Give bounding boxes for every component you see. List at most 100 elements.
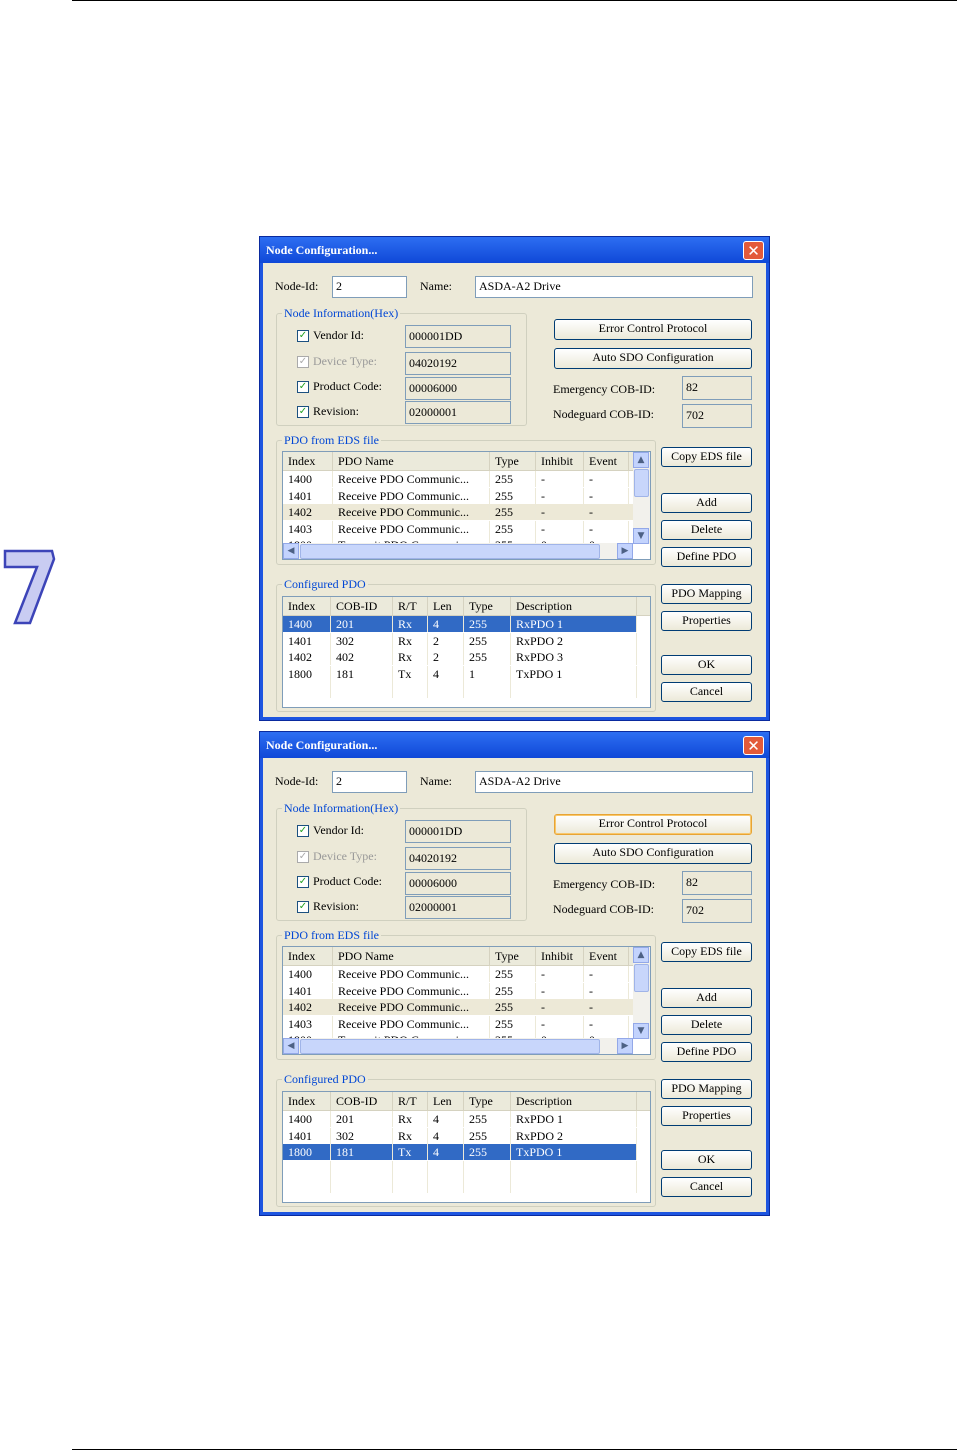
configured-cell: TxPDO 1 xyxy=(511,1144,637,1160)
eds-cell: Receive PDO Communic... xyxy=(333,504,490,520)
eds-list-row[interactable]: 1400 Receive PDO Communic... 255- - xyxy=(283,966,633,982)
name-input[interactable]: ASDA-A2 Drive xyxy=(475,771,753,793)
eds-column-header[interactable]: Inhibit xyxy=(536,452,584,470)
error-control-protocol-button[interactable]: Error Control Protocol xyxy=(554,319,752,340)
node-id-input[interactable]: 2 xyxy=(332,771,407,793)
ok-button[interactable]: OK xyxy=(661,655,752,675)
eds-vertical-scrollbar[interactable]: ▲ ▼ xyxy=(633,947,650,1039)
configured-column-header[interactable]: Index xyxy=(283,597,331,615)
cancel-button[interactable]: Cancel xyxy=(661,682,752,702)
configured-pdo-list[interactable]: Index COB-ID R/T Len Type Description 1400 201… xyxy=(282,1091,651,1203)
configured-column-header[interactable]: Type xyxy=(464,1092,511,1110)
eds-cell: Receive PDO Communic... xyxy=(333,487,490,504)
configured-pdo-row[interactable]: 1800 181 Tx 4 255 TxPDO 1 xyxy=(283,1144,637,1160)
name-input[interactable]: ASDA-A2 Drive xyxy=(475,276,753,298)
configured-pdo-row[interactable]: 1800 181 Tx 4 1 TxPDO 1 xyxy=(283,665,637,682)
configured-cell xyxy=(393,1160,428,1177)
pdo-mapping-button[interactable]: PDO Mapping xyxy=(661,584,752,604)
configured-column-header[interactable]: R/T xyxy=(393,1092,428,1110)
configured-column-header[interactable]: R/T xyxy=(393,597,428,615)
eds-list-row[interactable]: 1401 Receive PDO Communic... 255- - xyxy=(283,982,633,999)
configured-column-header[interactable]: Index xyxy=(283,1092,331,1110)
copy-eds-file-button[interactable]: Copy EDS file xyxy=(661,447,752,467)
configured-cell: 201 xyxy=(331,1111,393,1127)
eds-column-header[interactable]: Event xyxy=(584,947,629,965)
auto-sdo-configuration-button[interactable]: Auto SDO Configuration xyxy=(554,843,752,864)
node-information-title: Node Information(Hex) xyxy=(282,801,401,816)
define-pdo-button[interactable]: Define PDO xyxy=(661,1042,752,1062)
eds-column-header[interactable]: Inhibit xyxy=(536,947,584,965)
configured-column-header[interactable]: Len xyxy=(428,597,464,615)
add-button[interactable]: Add xyxy=(661,493,752,513)
delete-button[interactable]: Delete xyxy=(661,1015,752,1035)
eds-cell: 255 xyxy=(490,504,536,520)
eds-column-header[interactable]: Index xyxy=(283,452,333,470)
node-id-label: Node-Id: xyxy=(275,774,319,788)
copy-eds-file-button[interactable]: Copy EDS file xyxy=(661,942,752,962)
scroll-up-icon[interactable]: ▲ xyxy=(633,452,649,468)
auto-sdo-configuration-button[interactable]: Auto SDO Configuration xyxy=(554,348,752,369)
scroll-left-icon[interactable]: ◀ xyxy=(283,543,299,559)
define-pdo-button[interactable]: Define PDO xyxy=(661,547,752,567)
eds-list-row[interactable]: 1403 Receive PDO Communic... 255- - xyxy=(283,520,633,537)
eds-hscroll-thumb[interactable] xyxy=(300,544,600,559)
eds-column-header[interactable]: Type xyxy=(490,452,536,470)
configured-pdo-group: Configured PDO Index COB-ID R/T Len Type Desc… xyxy=(276,577,656,712)
eds-cell: - xyxy=(536,471,584,487)
configured-column-header[interactable]: COB-ID xyxy=(331,597,393,615)
configured-column-header[interactable]: COB-ID xyxy=(331,1092,393,1110)
scroll-down-icon[interactable]: ▼ xyxy=(633,528,649,544)
node-id-input[interactable]: 2 xyxy=(332,276,407,298)
nodeguard-cob-id-label: Nodeguard COB-ID: xyxy=(553,407,654,421)
properties-button[interactable]: Properties xyxy=(661,1106,752,1126)
eds-list-row[interactable]: 1400 Receive PDO Communic... 255- - xyxy=(283,471,633,487)
scroll-down-icon[interactable]: ▼ xyxy=(633,1023,649,1039)
eds-pdo-list[interactable]: Index PDO Name Type Inhibit Event 1400 Receiv… xyxy=(282,946,651,1055)
eds-vertical-scrollbar[interactable]: ▲ ▼ xyxy=(633,452,650,544)
eds-list-row[interactable]: 1401 Receive PDO Communic... 255- - xyxy=(283,487,633,504)
scroll-left-icon[interactable]: ◀ xyxy=(283,1038,299,1054)
configured-cell: 2 xyxy=(428,632,464,649)
close-button[interactable]: ✕ xyxy=(743,736,764,755)
eds-list-row[interactable]: 1402 Receive PDO Communic... 255- - xyxy=(283,504,633,520)
properties-button[interactable]: Properties xyxy=(661,611,752,631)
configured-pdo-row[interactable]: 1400 201 Rx 4 255 RxPDO 1 xyxy=(283,616,637,632)
add-button[interactable]: Add xyxy=(661,988,752,1008)
eds-cell: 255 xyxy=(490,487,536,504)
configured-cell xyxy=(331,1160,393,1177)
ok-button[interactable]: OK xyxy=(661,1150,752,1170)
eds-scroll-thumb[interactable] xyxy=(634,469,649,497)
pdo-mapping-button[interactable]: PDO Mapping xyxy=(661,1079,752,1099)
delete-button[interactable]: Delete xyxy=(661,520,752,540)
eds-column-header[interactable]: Type xyxy=(490,947,536,965)
configured-column-header[interactable]: Len xyxy=(428,1092,464,1110)
configured-pdo-row[interactable]: 1401 302 Rx 2 255 RxPDO 2 xyxy=(283,632,637,649)
configured-pdo-row[interactable]: 1400 201 Rx 4 255 RxPDO 1 xyxy=(283,1111,637,1127)
close-button[interactable]: ✕ xyxy=(743,241,764,260)
configured-pdo-row[interactable]: 1401 302 Rx 4 255 RxPDO 2 xyxy=(283,1127,637,1144)
configured-pdo-row[interactable]: 1402 402 Rx 2 255 RxPDO 3 xyxy=(283,649,637,665)
eds-column-header[interactable]: Event xyxy=(584,452,629,470)
scroll-up-icon[interactable]: ▲ xyxy=(633,947,649,963)
eds-list-row[interactable]: 1403 Receive PDO Communic... 255- - xyxy=(283,1015,633,1032)
eds-column-header[interactable]: PDO Name xyxy=(333,947,490,965)
eds-horizontal-scrollbar[interactable]: ◀ ▶ xyxy=(283,1038,633,1054)
eds-list-row[interactable]: 1402 Receive PDO Communic... 255- - xyxy=(283,999,633,1015)
scroll-right-icon[interactable]: ▶ xyxy=(617,1038,633,1054)
eds-hscroll-thumb[interactable] xyxy=(300,1039,600,1054)
vendor-id-label: Vendor Id: xyxy=(313,823,364,837)
configured-pdo-list[interactable]: Index COB-ID R/T Len Type Description 1400 201… xyxy=(282,596,651,708)
eds-horizontal-scrollbar[interactable]: ◀ ▶ xyxy=(283,543,633,559)
eds-column-header[interactable]: PDO Name xyxy=(333,452,490,470)
error-control-protocol-button[interactable]: Error Control Protocol xyxy=(554,814,752,835)
check-icon: ✓ xyxy=(297,381,309,393)
configured-column-header[interactable]: Description xyxy=(511,1092,637,1110)
cancel-button[interactable]: Cancel xyxy=(661,1177,752,1197)
eds-column-header[interactable]: Index xyxy=(283,947,333,965)
configured-column-header[interactable]: Type xyxy=(464,597,511,615)
configured-cell: 181 xyxy=(331,665,393,682)
eds-scroll-thumb[interactable] xyxy=(634,964,649,992)
scroll-right-icon[interactable]: ▶ xyxy=(617,543,633,559)
configured-column-header[interactable]: Description xyxy=(511,597,637,615)
eds-pdo-list[interactable]: Index PDO Name Type Inhibit Event 1400 Receiv… xyxy=(282,451,651,560)
